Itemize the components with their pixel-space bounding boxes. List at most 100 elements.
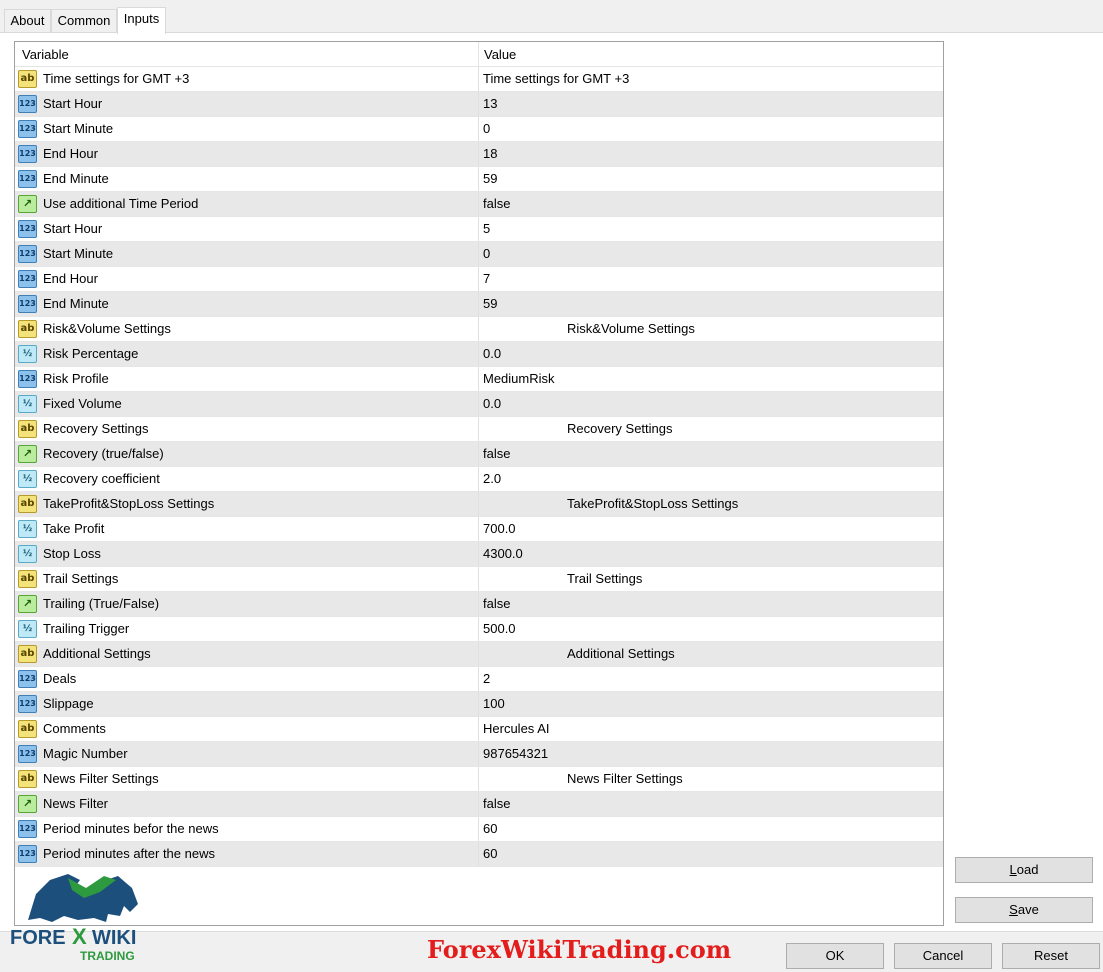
value-cell[interactable]: 987654321: [479, 742, 943, 766]
value-cell[interactable]: 4300.0: [479, 542, 943, 566]
load-button[interactable]: Load: [955, 857, 1093, 883]
value-cell[interactable]: 0: [479, 242, 943, 266]
table-row[interactable]: ab Trail Settings Trail Settings: [15, 567, 943, 592]
value-cell[interactable]: Recovery Settings: [479, 417, 943, 441]
value-cell[interactable]: 60: [479, 817, 943, 841]
table-row[interactable]: ↗ Trailing (True/False) false: [15, 592, 943, 617]
table-row[interactable]: ↗ News Filter false: [15, 792, 943, 817]
variable-name: TakeProfit&StopLoss Settings: [43, 496, 215, 511]
cancel-button[interactable]: Cancel: [894, 943, 992, 969]
value-cell[interactable]: 0.0: [479, 342, 943, 366]
value-cell[interactable]: false: [479, 792, 943, 816]
table-row[interactable]: ½ Fixed Volume 0.0: [15, 392, 943, 417]
table-row[interactable]: ab Risk&Volume Settings Risk&Volume Settin…: [15, 317, 943, 342]
integer-type-icon: 123: [18, 670, 37, 688]
ok-button[interactable]: OK: [786, 943, 884, 969]
table-row[interactable]: ↗ Recovery (true/false) false: [15, 442, 943, 467]
table-row[interactable]: ↗ Use additional Time Period false: [15, 192, 943, 217]
tab-about[interactable]: About: [4, 9, 51, 33]
variable-name: Time settings for GMT +3: [43, 71, 190, 86]
integer-type-icon: 123: [18, 120, 37, 138]
value-cell[interactable]: 700.0: [479, 517, 943, 541]
value-cell[interactable]: 2.0: [479, 467, 943, 491]
table-row[interactable]: 123 Magic Number 987654321: [15, 742, 943, 767]
table-row[interactable]: ½ Risk Percentage 0.0: [15, 342, 943, 367]
variable-name: End Minute: [43, 296, 109, 311]
value-cell[interactable]: 59: [479, 292, 943, 316]
tab-common[interactable]: Common: [51, 9, 117, 33]
value-cell[interactable]: 60: [479, 842, 943, 866]
variable-cell: ½ Trailing Trigger: [15, 617, 479, 641]
save-button[interactable]: Save: [955, 897, 1093, 923]
value-cell[interactable]: MediumRisk: [479, 367, 943, 391]
double-type-icon: ½: [18, 470, 37, 488]
tab-bar: About Common Inputs: [0, 0, 1103, 34]
string-type-icon: ab: [18, 570, 37, 588]
table-row[interactable]: ½ Take Profit 700.0: [15, 517, 943, 542]
value-cell[interactable]: 59: [479, 167, 943, 191]
value-cell[interactable]: 13: [479, 92, 943, 116]
integer-type-icon: 123: [18, 270, 37, 288]
variable-name: Trail Settings: [43, 571, 119, 586]
value-cell[interactable]: false: [479, 442, 943, 466]
reset-button[interactable]: Reset: [1002, 943, 1100, 969]
value-cell[interactable]: Hercules AI: [479, 717, 943, 741]
table-row[interactable]: 123 Start Minute 0: [15, 117, 943, 142]
value-cell[interactable]: 18: [479, 142, 943, 166]
value-cell[interactable]: 0: [479, 117, 943, 141]
value-cell[interactable]: 100: [479, 692, 943, 716]
double-type-icon: ½: [18, 520, 37, 538]
table-row[interactable]: 123 End Hour 7: [15, 267, 943, 292]
value-cell[interactable]: false: [479, 592, 943, 616]
table-row[interactable]: ab TakeProfit&StopLoss Settings TakeProfit…: [15, 492, 943, 517]
integer-type-icon: 123: [18, 370, 37, 388]
value-cell[interactable]: 5: [479, 217, 943, 241]
table-row[interactable]: 123 Risk Profile MediumRisk: [15, 367, 943, 392]
variable-cell: 123 Slippage: [15, 692, 479, 716]
variable-name: Start Minute: [43, 121, 114, 136]
value-cell[interactable]: TakeProfit&StopLoss Settings: [479, 492, 943, 516]
column-header-variable[interactable]: Variable: [15, 42, 479, 67]
double-type-icon: ½: [18, 545, 37, 563]
table-row[interactable]: 123 Start Minute 0: [15, 242, 943, 267]
table-row[interactable]: 123 Deals 2: [15, 667, 943, 692]
table-row[interactable]: 123 Start Hour 13: [15, 92, 943, 117]
value-cell[interactable]: 2: [479, 667, 943, 691]
value-cell[interactable]: Risk&Volume Settings: [479, 317, 943, 341]
variable-cell: ½ Stop Loss: [15, 542, 479, 566]
double-type-icon: ½: [18, 620, 37, 638]
table-row[interactable]: 123 End Minute 59: [15, 292, 943, 317]
table-row[interactable]: ab Time settings for GMT +3 Time settings …: [15, 67, 943, 92]
table-row[interactable]: ab News Filter Settings News Filter Settin…: [15, 767, 943, 792]
value-cell[interactable]: 7: [479, 267, 943, 291]
integer-type-icon: 123: [18, 745, 37, 763]
string-type-icon: ab: [18, 420, 37, 438]
value-cell[interactable]: Time settings for GMT +3: [479, 67, 943, 91]
table-row[interactable]: ½ Stop Loss 4300.0: [15, 542, 943, 567]
tab-inputs[interactable]: Inputs: [117, 7, 166, 34]
watermark-text: ForexWikiTrading.com: [427, 935, 732, 964]
boolean-type-icon: ↗: [18, 445, 37, 463]
table-row[interactable]: ½ Recovery coefficient 2.0: [15, 467, 943, 492]
column-header-value[interactable]: Value: [479, 42, 943, 67]
value-cell[interactable]: Additional Settings: [479, 642, 943, 666]
table-row[interactable]: 123 Start Hour 5: [15, 217, 943, 242]
variable-name: News Filter Settings: [43, 771, 159, 786]
table-row[interactable]: ab Additional Settings Additional Settings: [15, 642, 943, 667]
value-cell[interactable]: 500.0: [479, 617, 943, 641]
forex-wiki-logo: FORE X WIKI TRADING: [10, 874, 138, 962]
table-row[interactable]: 123 End Minute 59: [15, 167, 943, 192]
variable-name: Slippage: [43, 696, 94, 711]
table-row[interactable]: 123 Slippage 100: [15, 692, 943, 717]
value-cell[interactable]: false: [479, 192, 943, 216]
table-row[interactable]: ab Recovery Settings Recovery Settings: [15, 417, 943, 442]
variable-cell: ab Comments: [15, 717, 479, 741]
variable-cell: 123 Risk Profile: [15, 367, 479, 391]
value-cell[interactable]: 0.0: [479, 392, 943, 416]
table-row[interactable]: 123 Period minutes befor the news 60: [15, 817, 943, 842]
value-cell[interactable]: Trail Settings: [479, 567, 943, 591]
table-row[interactable]: ab Comments Hercules AI: [15, 717, 943, 742]
table-row[interactable]: ½ Trailing Trigger 500.0: [15, 617, 943, 642]
value-cell[interactable]: News Filter Settings: [479, 767, 943, 791]
table-row[interactable]: 123 End Hour 18: [15, 142, 943, 167]
